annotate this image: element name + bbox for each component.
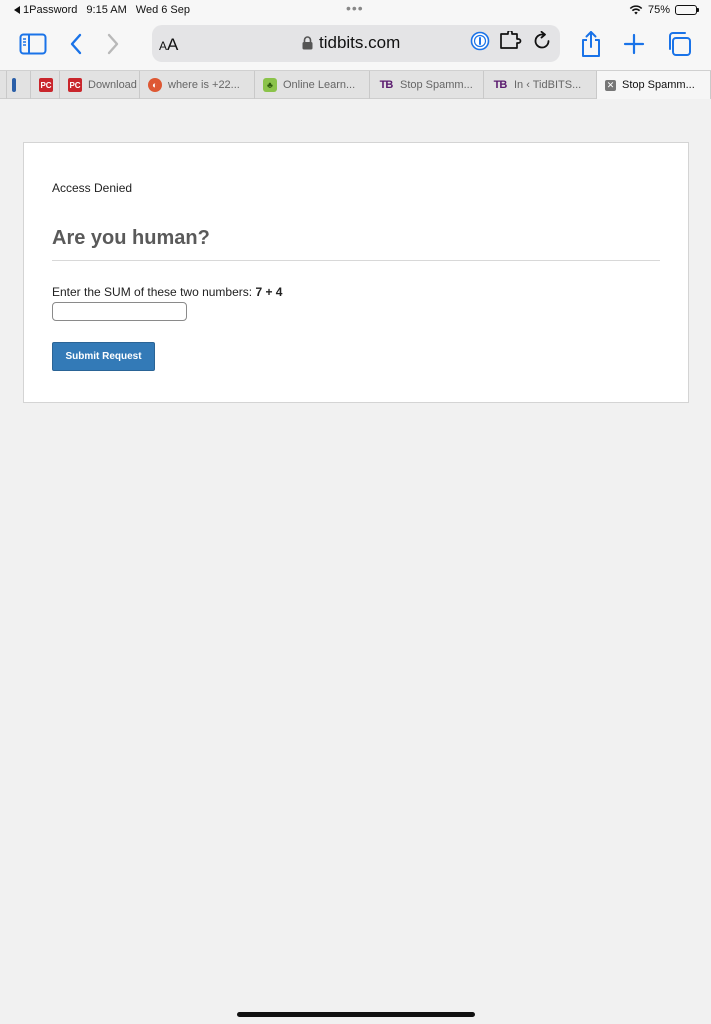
captcha-question: Enter the SUM of these two numbers: 7 + … xyxy=(52,285,282,299)
status-date: Wed 6 Sep xyxy=(135,4,191,16)
reload-icon[interactable] xyxy=(532,31,552,51)
onepassword-icon[interactable] xyxy=(470,31,490,51)
tree-favicon-icon: ♣ xyxy=(263,78,277,92)
pc-favicon-icon: PC xyxy=(39,78,53,92)
tidbits-favicon-icon: TB xyxy=(493,79,508,91)
battery-percent: 75% xyxy=(647,4,670,16)
tab-label: In ‹ TidBITS... xyxy=(514,79,582,91)
status-time: 9:15 AM xyxy=(86,4,127,16)
pc-favicon-icon: PC xyxy=(68,78,82,92)
plus-icon[interactable] xyxy=(618,29,650,59)
submit-request-button[interactable]: Submit Request xyxy=(52,342,155,371)
tab-2[interactable]: PC Download xyxy=(60,71,140,99)
url-text: tidbits.com xyxy=(319,33,401,52)
tab-1[interactable]: PC xyxy=(31,71,60,99)
lock-icon xyxy=(302,36,313,50)
chevron-right-icon[interactable] xyxy=(97,29,129,59)
tab-favicon-icon xyxy=(12,78,16,92)
battery-icon xyxy=(675,5,699,15)
multitasking-dots-icon[interactable]: ••• xyxy=(346,1,364,15)
tab-label: where is +22... xyxy=(168,79,240,91)
reader-options-button[interactable]: AA xyxy=(159,35,178,55)
page-title: Are you human? xyxy=(52,227,210,249)
close-tab-icon[interactable]: ✕ xyxy=(605,79,616,91)
tab-3[interactable]: ◐ where is +22... xyxy=(140,71,255,99)
tab-bar: PC PC Download ◐ where is +22... ♣ Onlin… xyxy=(0,70,711,99)
back-app-label: 1Password xyxy=(23,4,78,16)
tab-active[interactable]: ✕ Stop Spamm... xyxy=(597,71,711,99)
captcha-answer-input[interactable] xyxy=(52,302,187,321)
tab-4[interactable]: ♣ Online Learn... xyxy=(255,71,370,99)
status-bar: 1Password 9:15 AM Wed 6 Sep ••• 75% xyxy=(0,0,711,20)
divider xyxy=(52,260,660,261)
tab-label: Stop Spamm... xyxy=(622,79,695,91)
sidebar-icon[interactable] xyxy=(17,29,49,59)
question-prefix: Enter the SUM of these two numbers: xyxy=(52,285,256,299)
browser-toolbar: AA tidbits.com xyxy=(0,20,711,70)
puzzle-icon[interactable] xyxy=(499,31,523,51)
tidbits-favicon-icon: TB xyxy=(379,79,394,91)
access-denied-text: Access Denied xyxy=(52,181,133,195)
wifi-icon xyxy=(629,5,643,15)
question-numbers: 7 + 4 xyxy=(255,285,283,299)
address-bar[interactable]: AA tidbits.com xyxy=(152,25,560,62)
tab-6[interactable]: TB In ‹ TidBITS... xyxy=(484,71,597,99)
tabs-overview-icon[interactable] xyxy=(663,29,695,59)
duckduckgo-favicon-icon: ◐ xyxy=(148,78,162,92)
share-icon[interactable] xyxy=(575,29,607,59)
tab-0[interactable] xyxy=(7,71,31,99)
captcha-card: Access Denied Are you human? Enter the S… xyxy=(23,142,689,403)
tab-label: Online Learn... xyxy=(283,79,356,91)
tab-5[interactable]: TB Stop Spamm... xyxy=(370,71,484,99)
back-to-app-link[interactable]: 1Password xyxy=(14,4,77,16)
tab-bar-edge xyxy=(0,71,7,99)
home-indicator[interactable] xyxy=(237,1012,475,1017)
tab-label: Download xyxy=(88,79,137,91)
back-triangle-icon xyxy=(14,6,20,14)
chevron-left-icon[interactable] xyxy=(60,29,92,59)
tab-label: Stop Spamm... xyxy=(400,79,473,91)
